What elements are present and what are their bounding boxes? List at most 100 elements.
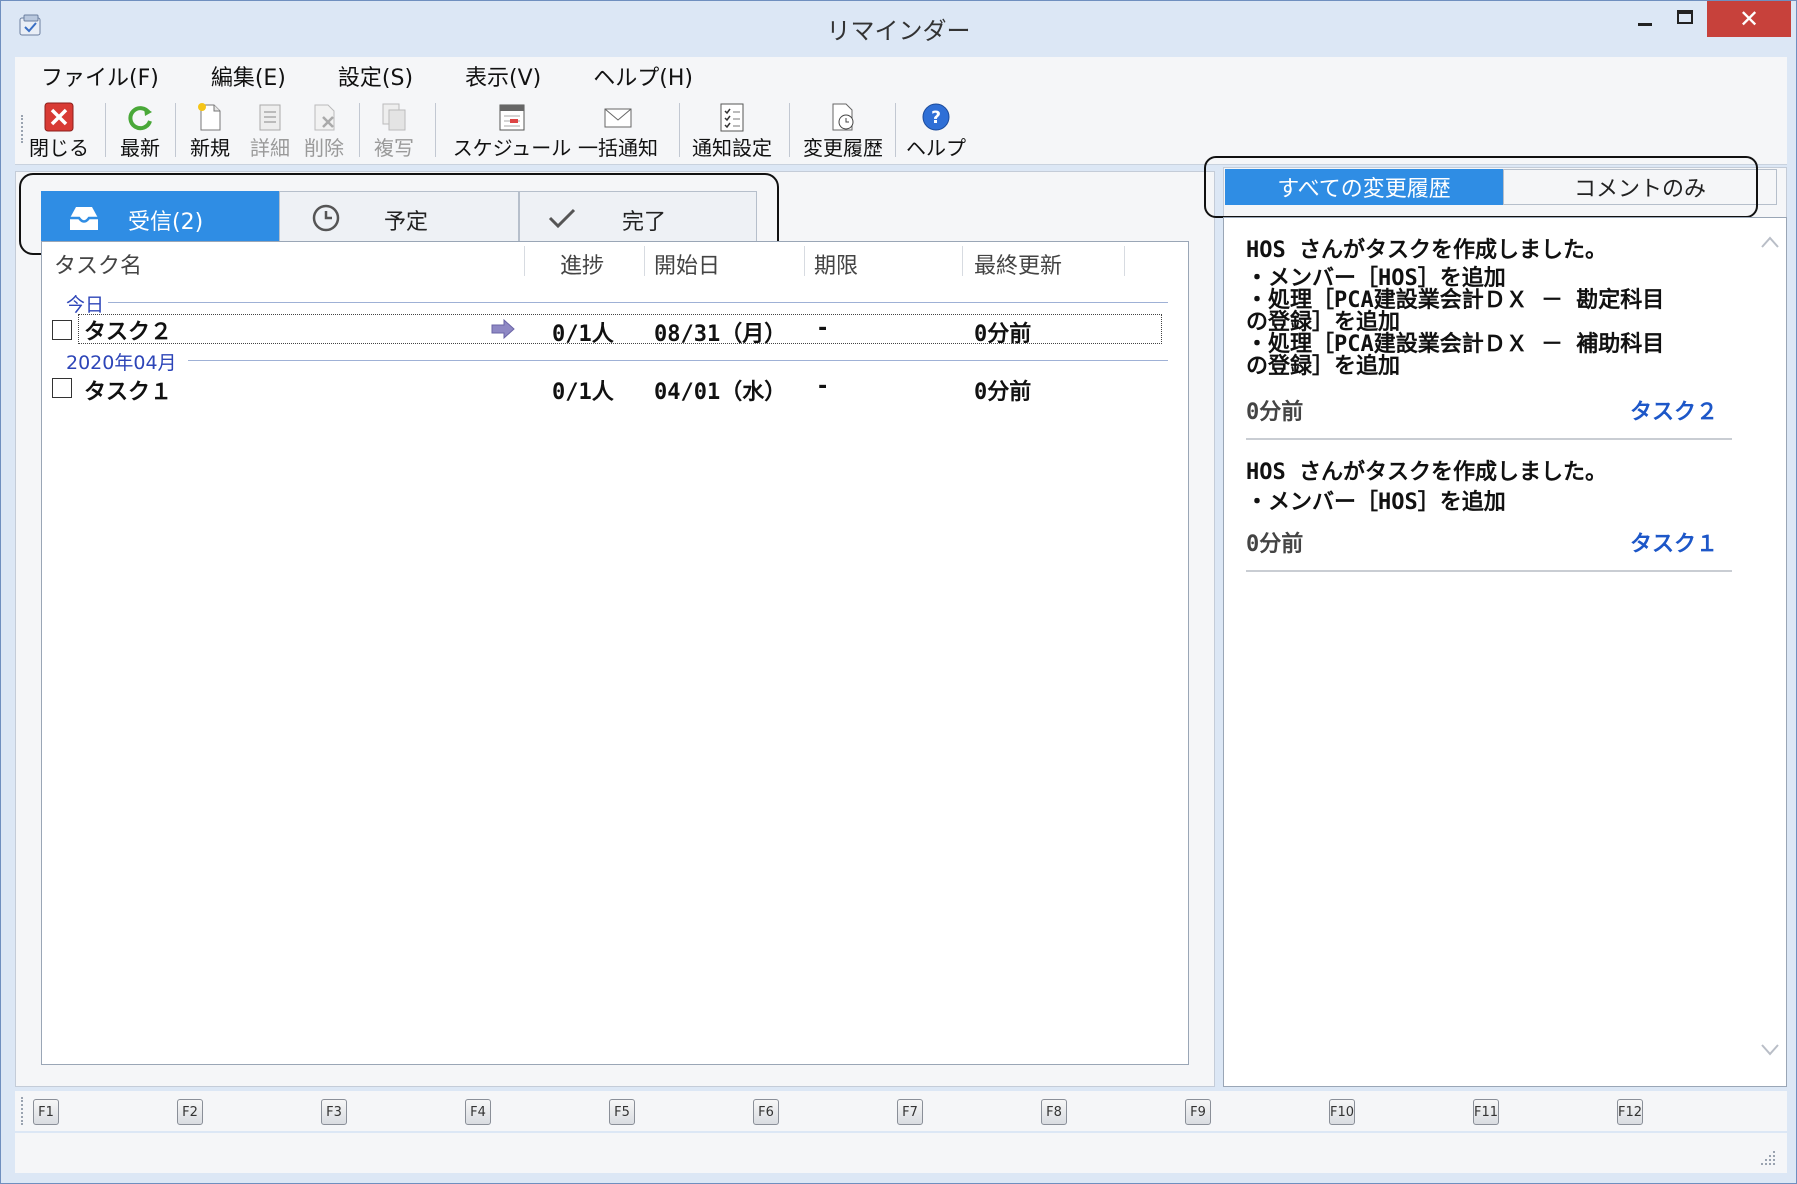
new-button[interactable]: 新規 <box>185 99 235 161</box>
help-label: ヘルプ <box>906 136 966 160</box>
f7-key[interactable]: F7 <box>897 1099 923 1125</box>
tab-done-label: 完了 <box>622 210 667 235</box>
delete-button[interactable]: 削除 <box>299 99 349 161</box>
checklist-icon <box>720 103 744 132</box>
task-start-date: 04/01（水） <box>654 380 787 405</box>
history-icon <box>832 103 854 131</box>
column-header-last-update[interactable]: 最終更新 <box>974 248 1062 280</box>
copy-icon <box>382 103 406 131</box>
window-title: リマインダー <box>826 17 971 45</box>
copy-button[interactable]: 複写 <box>369 99 419 161</box>
arrow-right-icon <box>491 318 515 340</box>
tab-inbox-label: 受信(2) <box>128 210 204 235</box>
history-line: ・処理［PCA建設業会計ＤＸ － 勘定科目 <box>1246 288 1665 313</box>
scroll-down-icon[interactable] <box>1760 1042 1780 1058</box>
history-button[interactable]: 変更履歴 <box>797 99 889 161</box>
checkmark-icon <box>548 208 576 229</box>
notify-settings-button[interactable]: 通知設定 <box>687 99 777 161</box>
menu-help[interactable]: ヘルプ(H) <box>567 60 719 92</box>
history-divider <box>1246 570 1732 572</box>
f12-key[interactable]: F12 <box>1617 1099 1643 1125</box>
clock-icon <box>312 204 340 232</box>
bulk-notify-button[interactable]: 一括通知 <box>563 99 673 161</box>
toolbar: 閉じる 最新 新規 詳細 削除 複写 スケジュール 一括通知 通知設定 変更履歴… <box>15 95 1787 165</box>
history-time: 0分前 <box>1246 532 1304 557</box>
toolbar-separator <box>435 103 436 157</box>
toolbar-separator <box>105 103 106 157</box>
toolbar-separator <box>359 103 360 157</box>
status-bar <box>15 1133 1787 1173</box>
f9-key[interactable]: F9 <box>1185 1099 1211 1125</box>
history-task-link[interactable]: タスク２ <box>1630 394 1718 426</box>
tab-inbox[interactable]: 受信(2) <box>41 191 279 243</box>
toolbar-grip <box>21 115 23 143</box>
toolbar-separator <box>175 103 176 157</box>
history-time: 0分前 <box>1246 400 1304 425</box>
history-line: ・メンバー［HOS］を追加 <box>1246 266 1506 291</box>
f5-key[interactable]: F5 <box>609 1099 635 1125</box>
new-document-icon <box>198 103 221 131</box>
f2-key[interactable]: F2 <box>177 1099 203 1125</box>
history-divider <box>1246 438 1732 440</box>
help-button[interactable]: ? ヘルプ <box>901 99 971 161</box>
mail-icon <box>604 108 632 128</box>
column-header-start-date[interactable]: 開始日 <box>654 248 720 280</box>
detail-button[interactable]: 詳細 <box>245 99 295 161</box>
function-key-bar: F1 F2 F3 F4 F5 F6 F7 F8 F9 F10 F11 F12 <box>15 1091 1787 1131</box>
menu-file[interactable]: ファイル(F) <box>15 60 185 92</box>
column-header-progress[interactable]: 進捗 <box>560 248 604 280</box>
task-checkbox[interactable] <box>52 378 72 398</box>
resize-grip-icon[interactable] <box>1759 1149 1777 1167</box>
history-task-link[interactable]: タスク１ <box>1630 526 1718 558</box>
close-button[interactable]: 閉じる <box>29 99 89 161</box>
toolbar-separator <box>789 103 790 157</box>
bulk-notify-label: 一括通知 <box>578 136 658 160</box>
tab-comments-only[interactable]: コメントのみ <box>1503 169 1777 205</box>
task-progress: 0/1人 <box>552 380 614 405</box>
task-checkbox[interactable] <box>52 320 72 340</box>
history-line: ・メンバー［HOS］を追加 <box>1246 490 1506 515</box>
notify-settings-label: 通知設定 <box>692 136 772 160</box>
f11-key[interactable]: F11 <box>1473 1099 1499 1125</box>
column-separator <box>962 246 963 276</box>
new-label: 新規 <box>190 136 230 160</box>
task-list: タスク名 進捗 開始日 期限 最終更新 今日 タスク２ 0/1人 08/31（月… <box>41 241 1189 1065</box>
column-header-task-name[interactable]: タスク名 <box>54 248 142 280</box>
tab-scheduled[interactable]: 予定 <box>279 191 519 243</box>
scroll-up-icon[interactable] <box>1760 234 1780 250</box>
f8-key[interactable]: F8 <box>1041 1099 1067 1125</box>
tab-all-history[interactable]: すべての変更履歴 <box>1225 169 1503 205</box>
f3-key[interactable]: F3 <box>321 1099 347 1125</box>
svg-text:?: ? <box>931 108 941 128</box>
task-start-date: 08/31（月） <box>654 322 787 347</box>
f4-key[interactable]: F4 <box>465 1099 491 1125</box>
toolbar-separator <box>679 103 680 157</box>
f10-key[interactable]: F10 <box>1329 1099 1355 1125</box>
column-separator <box>524 246 525 276</box>
menu-bar: ファイル(F) 編集(E) 設定(S) 表示(V) ヘルプ(H) <box>15 57 1787 95</box>
history-line: HOS さんがタスクを作成しました。 <box>1246 460 1607 485</box>
menu-edit[interactable]: 編集(E) <box>185 60 312 92</box>
toolbar-separator <box>895 103 896 157</box>
maximize-button[interactable] <box>1661 1 1709 37</box>
group-divider <box>188 360 1168 361</box>
schedule-button[interactable]: スケジュール <box>445 99 579 161</box>
tab-done[interactable]: 完了 <box>519 191 757 243</box>
menu-view[interactable]: 表示(V) <box>439 60 567 92</box>
close-window-button[interactable]: ✕ <box>1707 1 1791 37</box>
calendar-icon <box>499 104 525 131</box>
app-window: リマインダー ✕ ファイル(F) 編集(E) 設定(S) 表示(V) ヘルプ(H… <box>0 0 1797 1184</box>
minimize-icon <box>1638 22 1652 26</box>
copy-label: 複写 <box>374 136 414 160</box>
column-header-deadline[interactable]: 期限 <box>814 248 858 280</box>
f1-key[interactable]: F1 <box>33 1099 59 1125</box>
task-deadline: - <box>816 316 830 341</box>
column-separator <box>644 246 645 276</box>
menu-settings[interactable]: 設定(S) <box>312 60 439 92</box>
history-line: HOS さんがタスクを作成しました。 <box>1246 238 1607 263</box>
tab-scheduled-label: 予定 <box>384 210 429 235</box>
title-bar: リマインダー ✕ <box>1 1 1796 53</box>
refresh-button[interactable]: 最新 <box>115 99 165 161</box>
f6-key[interactable]: F6 <box>753 1099 779 1125</box>
help-icon: ? <box>922 103 950 131</box>
